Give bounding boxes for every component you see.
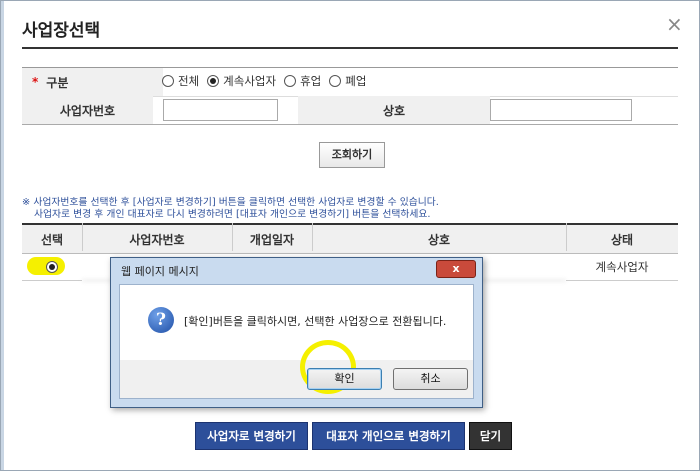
col-biz-no: 사업자번호: [82, 223, 232, 254]
search-button[interactable]: 조회하기: [319, 142, 385, 168]
message-box-close-button[interactable]: x: [436, 260, 476, 278]
message-box: 웹 페이지 메시지 x ? [확인]버튼을 클릭하시면, 선택한 사업장으로 전…: [110, 257, 483, 408]
ok-button[interactable]: 확인: [307, 368, 382, 390]
change-business-button[interactable]: 사업자로 변경하기: [195, 422, 308, 450]
radio-all-label: 전체: [178, 74, 200, 88]
col-status: 상태: [566, 223, 678, 254]
change-personal-button[interactable]: 대표자 개인으로 변경하기: [312, 422, 465, 450]
category-label: * 구분: [22, 68, 163, 96]
close-button[interactable]: 닫기: [469, 422, 512, 450]
cancel-button[interactable]: 취소: [393, 368, 468, 390]
category-radio-group: 전체 계속사업자 휴업 폐업: [162, 73, 370, 89]
message-box-text: [확인]버튼을 클릭하시면, 선택한 사업장으로 전환됩니다.: [184, 315, 447, 328]
help-note-2: 사업자로 변경 후 개인 대표자로 다시 변경하려면 [대표자 개인으로 변경하…: [34, 209, 431, 220]
close-icon[interactable]: ×: [666, 12, 683, 36]
trade-name-label: 상호: [298, 96, 490, 124]
title-divider: [22, 47, 678, 49]
col-sep: [566, 223, 567, 251]
radio-all[interactable]: [162, 75, 174, 87]
radio-suspended-label: 휴업: [300, 74, 322, 88]
radio-closed[interactable]: [329, 75, 342, 87]
radio-active-business[interactable]: [207, 75, 220, 87]
message-box-footer: 확인 취소: [119, 340, 474, 399]
row-select-radio[interactable]: [46, 261, 58, 273]
col-open-date: 개업일자: [232, 223, 312, 254]
biz-no-label: 사업자번호: [22, 96, 153, 124]
col-sep: [232, 223, 233, 251]
col-select: 선택: [22, 223, 82, 254]
search-fields-row: 사업자번호 상호: [22, 96, 678, 125]
message-box-title: 웹 페이지 메시지: [121, 265, 199, 278]
category-label-text: 구분: [46, 75, 69, 90]
col-sep: [82, 223, 83, 251]
question-icon: ?: [148, 307, 174, 333]
col-sep: [312, 223, 313, 251]
required-mark: *: [32, 75, 39, 89]
radio-closed-label: 폐업: [345, 74, 367, 88]
dialog-title: 사업장선택: [22, 21, 101, 41]
biz-no-input[interactable]: [163, 99, 278, 121]
trade-name-input[interactable]: [490, 99, 632, 121]
table-row-status: 계속사업자: [566, 253, 678, 281]
category-row: * 구분 전체 계속사업자 휴업 폐업: [22, 68, 678, 97]
col-trade-name: 상호: [312, 223, 566, 254]
message-box-body: ? [확인]버튼을 클릭하시면, 선택한 사업장으로 전환됩니다.: [119, 284, 474, 362]
radio-active-business-label: 계속사업자: [223, 74, 277, 88]
radio-suspended[interactable]: [284, 75, 297, 87]
